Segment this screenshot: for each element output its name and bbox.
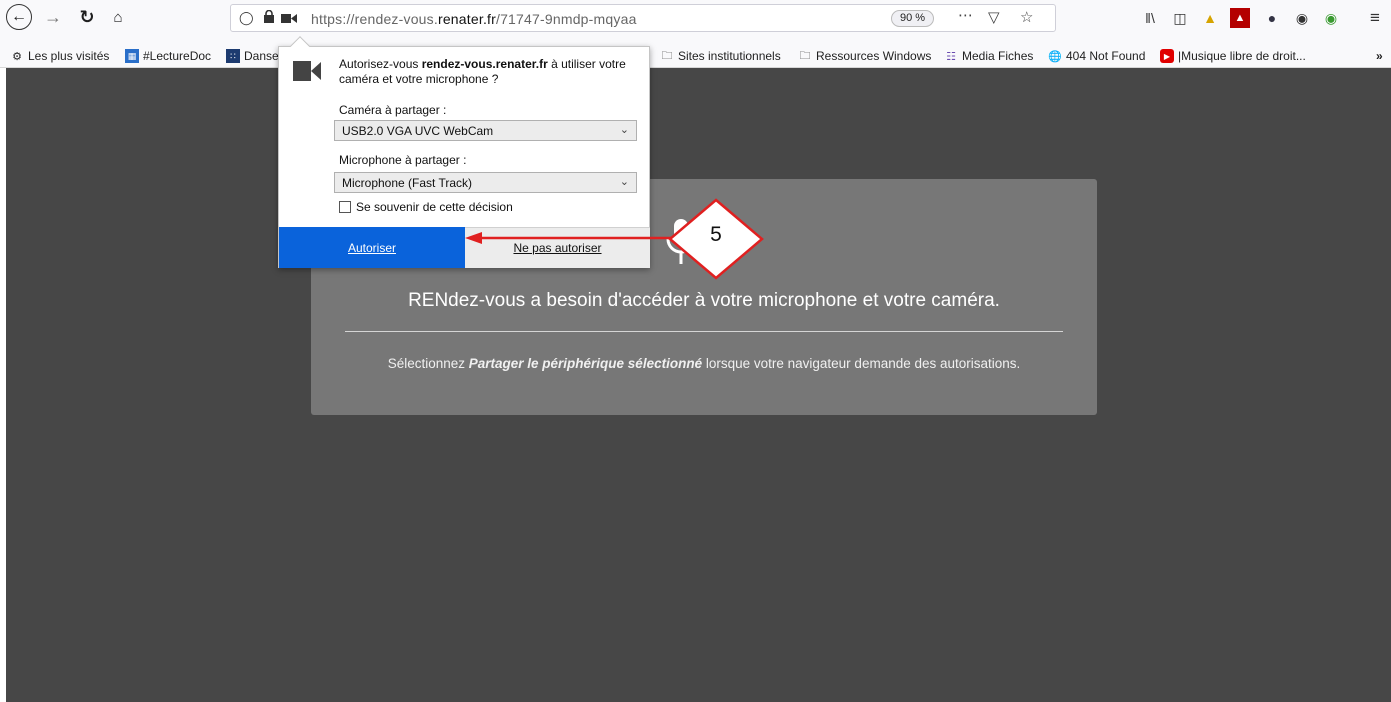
extension-icon[interactable]: ▲ — [1200, 8, 1220, 28]
folder-icon: 🗀 — [799, 49, 811, 62]
star-icon[interactable]: ☆ — [1020, 8, 1033, 26]
microphone-select[interactable]: Microphone (Fast Track) ⌄ — [334, 172, 637, 193]
camera-permission-icon[interactable] — [281, 12, 297, 27]
bookmark-item[interactable]: ▦ #LectureDoc — [125, 49, 211, 63]
library-icon[interactable]: ‖\ — [1140, 8, 1160, 28]
chevron-down-icon: ⌄ — [619, 176, 629, 188]
pdf-icon[interactable]: ▲ — [1230, 8, 1250, 28]
youtube-icon: ▶ — [1160, 49, 1174, 63]
microphone-icon — [666, 219, 696, 264]
globe-icon: 🌐 — [1048, 50, 1062, 63]
bookmark-item[interactable]: ⚙ Les plus visités — [10, 49, 109, 63]
forward-button[interactable]: → — [42, 6, 64, 28]
bookmark-item[interactable]: 🗀 Ressources Windows — [798, 49, 932, 63]
account-icon[interactable]: ◉ — [1292, 8, 1312, 28]
camera-select-label: Caméra à partager : — [339, 103, 447, 117]
reload-button[interactable]: ↻ — [76, 6, 98, 28]
extension-icon[interactable]: ● — [1262, 8, 1282, 28]
lock-icon[interactable] — [263, 9, 275, 26]
bookmark-item[interactable]: ∷ Danse — [226, 49, 279, 63]
back-icon: ← — [11, 8, 27, 25]
gear-icon: ⚙ — [12, 50, 22, 63]
more-icon[interactable]: ⋯ — [958, 6, 973, 24]
popup-message: Autorisez-vous rendez-vous.renater.fr à … — [339, 57, 626, 86]
camera-select[interactable]: USB2.0 VGA UVC WebCam ⌄ — [334, 120, 637, 141]
forward-icon: → — [44, 6, 62, 27]
reload-icon: ↻ — [79, 6, 95, 27]
app-icon: ∷ — [226, 49, 240, 63]
browser-toolbar: ← → ↻ ⌂ ◯ https://rendez-vous.renater.fr… — [0, 0, 1391, 46]
home-icon: ⌂ — [113, 8, 123, 26]
microphone-select-label: Microphone à partager : — [339, 153, 467, 167]
url-bar[interactable]: ◯ https://rendez-vous.renater.fr/71747-9… — [230, 4, 1056, 32]
calendar-icon: ▦ — [125, 49, 139, 63]
chevron-down-icon: ⌄ — [619, 124, 629, 136]
annotation-step-number: 5 — [710, 223, 722, 246]
folder-icon: 🗀 — [661, 49, 673, 62]
bookmark-item[interactable]: ▶ |Musique libre de droit... — [1160, 49, 1306, 63]
panel-note: Sélectionnez Partager le périphérique sé… — [387, 356, 1021, 371]
zoom-badge[interactable]: 90 % — [891, 10, 935, 27]
url-text[interactable]: https://rendez-vous.renater.fr/71747-9nm… — [311, 11, 637, 27]
extension-icon[interactable]: ◉ — [1321, 8, 1341, 28]
permission-popup: Autorisez-vous rendez-vous.renater.fr à … — [278, 36, 650, 268]
shield-icon[interactable]: ◯ — [239, 10, 254, 26]
panel-divider — [345, 331, 1063, 332]
bookmark-item[interactable]: 🌐 404 Not Found — [1048, 49, 1145, 63]
bookmarks-bar: ⚙ Les plus visités ▦ #LectureDoc ∷ Danse 🗀 S… — [0, 46, 1391, 68]
deny-button[interactable]: Ne pas autoriser — [465, 227, 650, 268]
bookmarks-overflow-button[interactable]: » — [1376, 49, 1383, 63]
allow-button[interactable]: Autoriser — [279, 227, 465, 268]
home-button[interactable]: ⌂ — [107, 6, 129, 28]
remember-label[interactable]: Se souvenir de cette décision — [356, 200, 513, 214]
media-icon: ☷ — [946, 50, 956, 63]
sidebar-icon[interactable]: ◫ — [1170, 8, 1190, 28]
bookmark-item[interactable]: ☷ Media Fiches — [944, 49, 1033, 63]
camera-icon — [293, 61, 321, 81]
bookmark-item[interactable]: 🗀 Sites institutionnels — [660, 49, 781, 63]
pocket-icon[interactable]: ▽ — [988, 8, 1000, 26]
menu-icon[interactable]: ≡ — [1365, 8, 1385, 28]
back-button[interactable]: ← — [6, 4, 32, 30]
remember-checkbox[interactable] — [339, 201, 351, 213]
panel-title: RENdez-vous a besoin d'accéder à votre m… — [408, 290, 1000, 311]
